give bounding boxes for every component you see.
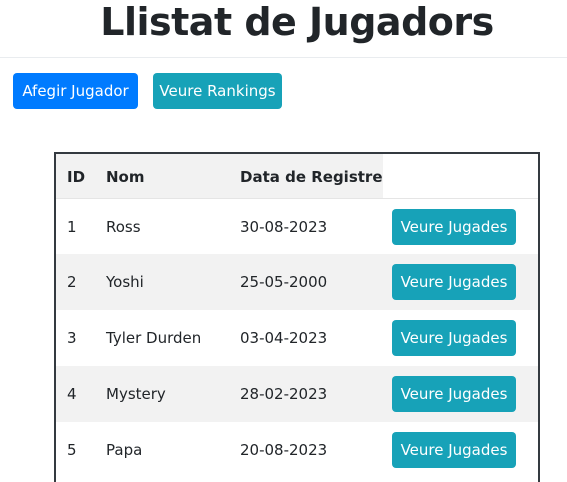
header-name: Nom bbox=[106, 168, 145, 186]
cell-name: Papa bbox=[106, 441, 143, 459]
add-player-button[interactable]: Afegir Jugador bbox=[13, 73, 138, 109]
cell-name: Mystery bbox=[106, 385, 166, 403]
view-plays-button[interactable]: Veure Jugades bbox=[392, 376, 516, 412]
table-row: 2 Yoshi 25-05-2000 Veure Jugades bbox=[56, 254, 538, 310]
view-plays-button[interactable]: Veure Jugades bbox=[392, 209, 516, 245]
cell-date: 20-08-2023 bbox=[240, 441, 328, 459]
header-id: ID bbox=[67, 168, 86, 186]
cell-id: 1 bbox=[67, 218, 77, 236]
cell-id: 3 bbox=[67, 329, 77, 347]
cell-date: 25-05-2000 bbox=[240, 273, 328, 291]
cell-name: Ross bbox=[106, 218, 141, 236]
view-rankings-button[interactable]: Veure Rankings bbox=[153, 73, 282, 109]
cell-id: 2 bbox=[67, 273, 77, 291]
cell-id: 5 bbox=[67, 441, 77, 459]
view-plays-button[interactable]: Veure Jugades bbox=[392, 320, 516, 356]
table-row: 5 Papa 20-08-2023 Veure Jugades bbox=[56, 422, 538, 478]
cell-date: 03-04-2023 bbox=[240, 329, 328, 347]
table-row: 1 Ross 30-08-2023 Veure Jugades bbox=[56, 198, 538, 255]
table-row: 4 Mystery 28-02-2023 Veure Jugades bbox=[56, 366, 538, 422]
players-table: ID Nom Data de Registre 1 Ross 30-08-202… bbox=[54, 152, 540, 482]
table-row: 3 Tyler Durden 03-04-2023 Veure Jugades bbox=[56, 310, 538, 366]
cell-date: 30-08-2023 bbox=[240, 218, 328, 236]
table-header-row: ID Nom Data de Registre bbox=[56, 154, 538, 198]
header-registration-date: Data de Registre bbox=[240, 168, 383, 186]
page-title: Llistat de Jugadors bbox=[100, 0, 494, 44]
cell-id: 4 bbox=[67, 385, 77, 403]
cell-name: Tyler Durden bbox=[106, 329, 202, 347]
view-plays-button[interactable]: Veure Jugades bbox=[392, 264, 516, 300]
title-divider bbox=[0, 57, 567, 58]
cell-name: Yoshi bbox=[106, 273, 144, 291]
view-plays-button[interactable]: Veure Jugades bbox=[392, 432, 516, 468]
cell-date: 28-02-2023 bbox=[240, 385, 328, 403]
